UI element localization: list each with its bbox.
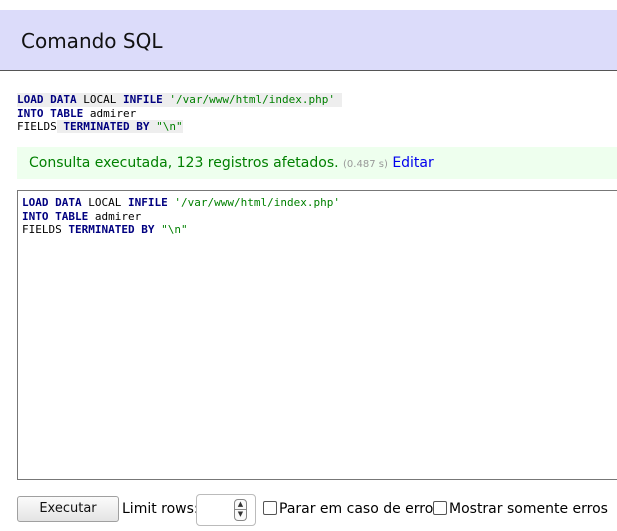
execute-button[interactable]: Executar	[17, 496, 119, 522]
edit-link[interactable]: Editar	[392, 155, 433, 171]
sql-string: "\n"	[161, 223, 188, 236]
sql-keyword: LOAD	[22, 196, 49, 209]
sql-preview: LOAD DATA LOCAL INFILE '/var/www/html/in…	[17, 93, 342, 134]
success-message: Consulta executada, 123 registros afetad…	[17, 147, 617, 179]
sql-token: LOCAL	[88, 196, 122, 209]
sql-keyword: BY	[141, 223, 155, 236]
sql-preview-line: LOAD DATA LOCAL INFILE '/var/www/html/in…	[17, 93, 342, 107]
sql-string: "\n"	[156, 120, 183, 133]
sql-keyword: TERMINATED	[68, 223, 135, 236]
sql-keyword: INFILE	[128, 196, 168, 209]
sql-keyword: INTO	[22, 209, 49, 223]
limit-rows-label: Limit rows:	[122, 501, 199, 517]
chevron-down-icon[interactable]: ▼	[234, 510, 247, 521]
sql-token: LOCAL	[83, 93, 117, 106]
sql-editor[interactable]: LOAD DATA LOCAL INFILE '/var/www/html/in…	[17, 190, 617, 480]
stop-on-error-option[interactable]: Parar em caso de erro	[263, 501, 433, 517]
chevron-up-icon[interactable]: ▲	[234, 499, 247, 510]
page-title: Comando SQL	[21, 29, 163, 53]
sql-editor-content[interactable]: LOAD DATA LOCAL INFILE '/var/www/html/in…	[22, 196, 340, 237]
sql-token: admirer	[89, 106, 137, 120]
limit-rows-input[interactable]: ▲ ▼	[196, 494, 256, 526]
sql-keyword: INTO	[17, 106, 44, 120]
sql-token: admirer	[94, 209, 142, 223]
sql-keyword: DATA	[55, 196, 82, 209]
only-errors-checkbox[interactable]	[433, 501, 447, 515]
sql-keyword: LOAD	[17, 93, 44, 106]
sql-preview-line: INTO TABLE admirer	[17, 107, 342, 121]
sql-keyword: TABLE	[50, 106, 84, 120]
sql-keyword: TABLE	[55, 209, 89, 223]
sql-keyword: DATA	[50, 93, 77, 106]
execution-time: (0.487 s)	[343, 159, 388, 170]
limit-rows-spinner[interactable]: ▲ ▼	[234, 499, 247, 521]
sql-keyword: TERMINATED	[63, 120, 130, 133]
sql-token: FIELDS	[22, 223, 62, 236]
message-text: Consulta executada, 123 registros afetad…	[29, 155, 339, 171]
sql-string: '/var/www/html/index.php'	[169, 93, 335, 106]
stop-on-error-checkbox[interactable]	[263, 501, 277, 515]
sql-string: '/var/www/html/index.php'	[174, 196, 340, 209]
page-header: Comando SQL	[0, 10, 617, 71]
sql-token: FIELDS	[17, 120, 57, 133]
only-errors-label: Mostrar somente erros	[449, 501, 608, 517]
only-errors-option[interactable]: Mostrar somente erros	[433, 501, 608, 517]
sql-preview-line: FIELDS TERMINATED BY "\n"	[17, 120, 342, 134]
sql-keyword: BY	[136, 120, 150, 133]
stop-on-error-label: Parar em caso de erro	[279, 501, 434, 517]
query-controls: Executar Limit rows: ▲ ▼ Parar em caso d…	[17, 494, 617, 526]
sql-keyword: INFILE	[123, 93, 163, 106]
